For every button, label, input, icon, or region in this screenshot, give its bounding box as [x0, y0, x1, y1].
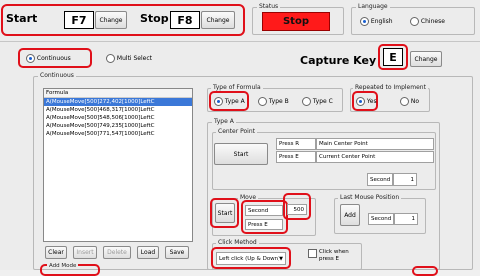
radio-selected-icon — [214, 97, 223, 106]
clear-button[interactable]: Clear — [45, 246, 67, 259]
repeat-yes-radio[interactable]: Yes — [356, 97, 377, 106]
chevron-down-icon: ▼ — [279, 255, 283, 262]
radio-selected-icon — [360, 17, 369, 26]
checkbox-icon — [308, 249, 317, 258]
radio-selected-icon — [26, 54, 35, 63]
type-c-label: Type C — [312, 98, 333, 105]
language-chinese-label: Chinese — [420, 18, 445, 25]
type-b-radio[interactable]: Type B — [258, 97, 289, 106]
language-chinese-radio[interactable]: Chinese — [410, 17, 445, 26]
move-second-label: Second — [245, 205, 283, 216]
click-when-press-label: Click when press E — [319, 249, 349, 262]
move-start-button[interactable]: Start — [215, 203, 235, 223]
formula-list[interactable]: Formula A(MouseMove[500]272,402[1000]Lef… — [43, 88, 193, 242]
language-english-radio[interactable]: English — [360, 17, 393, 26]
center-second-label: Second — [367, 173, 393, 186]
mode-continuous-label: Continuous — [36, 55, 71, 62]
click-method-value: Left click (Up & Down) — [219, 255, 280, 262]
list-item[interactable]: A(MouseMove[500]548,506[1000]LeftC — [44, 114, 192, 122]
stop-key-field: F8 — [170, 11, 200, 29]
mode-multi-select-label: Multi Select — [116, 55, 153, 62]
capture-change-button[interactable]: Change — [410, 51, 442, 67]
radio-empty-icon — [410, 17, 419, 26]
last-mouse-second-label: Second — [368, 213, 394, 225]
radio-empty-icon — [258, 97, 267, 106]
center-point-group-label: Center Point — [216, 128, 257, 135]
main-window: Start F7 Change Stop F8 Change Status St… — [0, 0, 480, 276]
click-method-select[interactable]: Left click (Up & Down) ▼ — [216, 252, 286, 265]
formula-type-group-label: Type of Formula — [211, 84, 263, 91]
last-mouse-group-label: Last Mouse Position — [338, 194, 402, 201]
last-mouse-second-input[interactable]: 1 — [394, 213, 418, 225]
stop-label: Stop — [140, 12, 169, 25]
radio-empty-icon — [400, 97, 409, 106]
radio-empty-icon — [106, 54, 115, 63]
corner-highlight — [412, 266, 438, 276]
insert-button[interactable]: Insert — [73, 246, 97, 259]
divider — [0, 41, 480, 42]
radio-empty-icon — [302, 97, 311, 106]
status-indicator: Stop — [262, 12, 330, 31]
language-group-label: Language — [356, 3, 390, 10]
repeat-no-radio[interactable]: No — [400, 97, 419, 106]
start-label: Start — [6, 12, 38, 25]
language-english-label: English — [370, 18, 393, 25]
start-key-field: F7 — [64, 11, 94, 29]
start-change-button[interactable]: Change — [95, 11, 127, 29]
radio-selected-icon — [356, 97, 365, 106]
mode-continuous-radio[interactable]: Continuous — [26, 54, 71, 63]
center-start-button[interactable]: Start — [214, 143, 268, 165]
mode-multi-select-radio[interactable]: Multi Select — [106, 54, 152, 63]
move-second-input[interactable]: 500 — [287, 204, 307, 215]
status-group-label: Status — [257, 3, 281, 10]
delete-button[interactable]: Delete — [103, 246, 131, 259]
center-row-key: Press R — [276, 138, 316, 150]
capture-key-label: Capture Key — [300, 54, 377, 67]
list-item[interactable]: A(MouseMove[500]749,235[1000]LeftC — [44, 122, 192, 130]
center-row-key: Press E — [276, 151, 316, 163]
load-button[interactable]: Load — [137, 246, 159, 259]
type-a-radio[interactable]: Type A — [214, 97, 245, 106]
repeat-no-label: No — [410, 98, 420, 105]
list-item[interactable]: A(MouseMove[500]771,547[1000]LeftC — [44, 130, 192, 138]
list-item[interactable]: A(MouseMove[500]272,402[1000]LeftC — [44, 98, 192, 106]
center-row-desc: Main Center Point — [316, 138, 434, 150]
click-when-press-checkbox[interactable]: Click when press E — [308, 249, 363, 263]
type-a-label: Type A — [224, 98, 245, 105]
move-press-label: Press E — [245, 219, 283, 230]
repeat-yes-label: Yes — [366, 98, 377, 105]
save-button[interactable]: Save — [165, 246, 189, 259]
type-b-label: Type B — [268, 98, 289, 105]
center-row-desc: Current Center Point — [316, 151, 434, 163]
list-header: Formula — [44, 89, 192, 98]
repeat-group-label: Repeated to Implement — [353, 84, 428, 91]
capture-key-field: E — [383, 48, 403, 66]
type-a-group-label: Type A — [212, 118, 236, 125]
center-second-input[interactable]: 1 — [393, 173, 417, 186]
click-method-group-label: Click Method — [216, 239, 259, 246]
add-mode-label: Add Mode — [47, 263, 79, 269]
last-mouse-add-button[interactable]: Add — [340, 204, 360, 226]
stop-change-button[interactable]: Change — [201, 11, 235, 29]
continuous-group-label: Continuous — [38, 72, 76, 79]
type-c-radio[interactable]: Type C — [302, 97, 333, 106]
list-item[interactable]: A(MouseMove[500]468,317[1000]LeftC — [44, 106, 192, 114]
